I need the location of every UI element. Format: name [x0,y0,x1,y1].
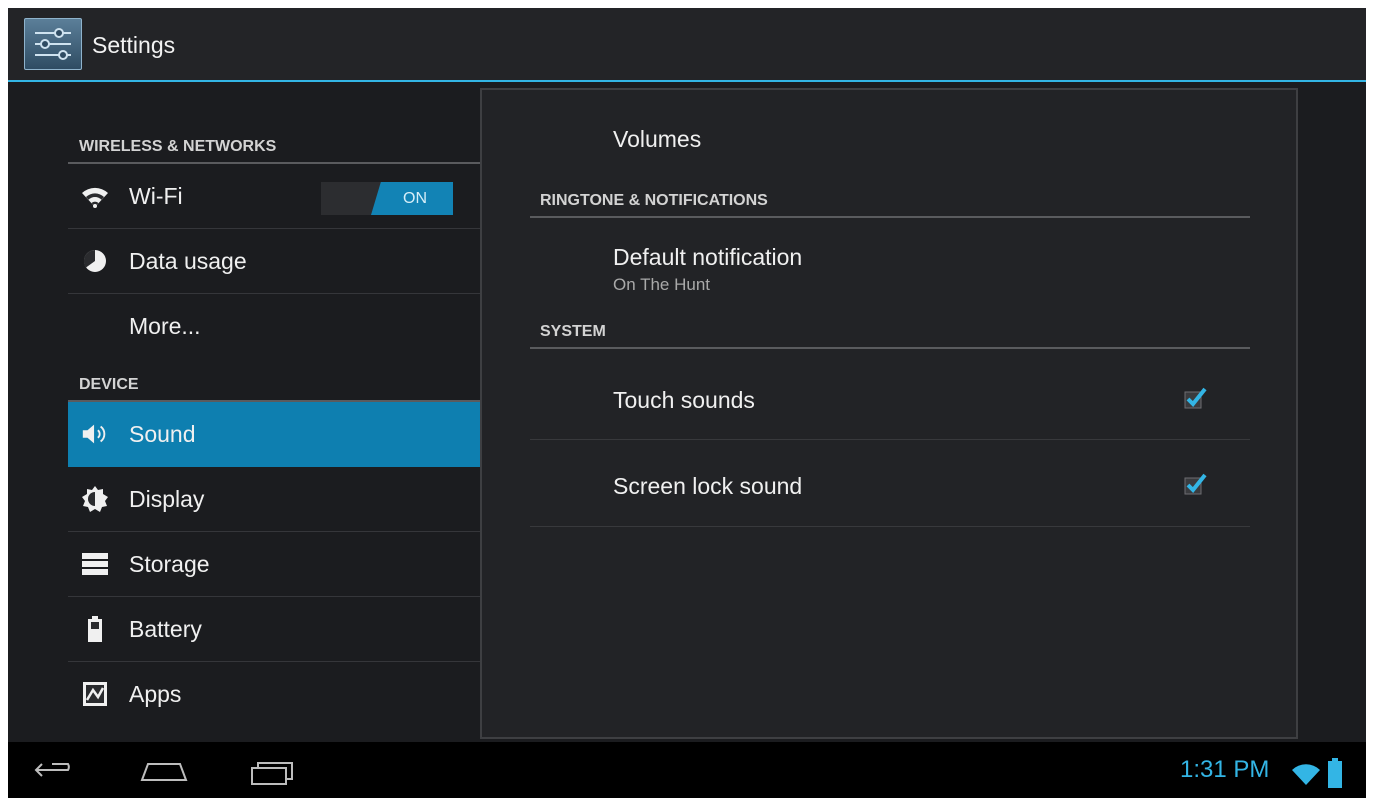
wifi-toggle[interactable]: ON [321,182,453,215]
section-header-wireless: WIRELESS & NETWORKS [68,130,480,164]
storage-icon [80,550,110,578]
sidebar-item-label: Sound [129,421,196,447]
navigation-bar [8,742,1366,798]
display-icon [80,485,110,513]
status-clock: 1:31 PM [1180,756,1270,783]
settings-sidebar: WIRELESS & NETWORKS Wi-Fi ON Data usage … [68,82,480,742]
sidebar-item-apps[interactable]: Apps [68,662,480,727]
apps-icon [80,680,110,708]
divider [530,526,1250,527]
settings-icon[interactable] [24,18,82,70]
sidebar-item-wifi[interactable]: Wi-Fi ON [68,164,480,229]
sidebar-item-storage[interactable]: Storage [68,532,480,597]
screen-lock-sound-label[interactable]: Screen lock sound [613,473,802,500]
home-icon[interactable] [136,752,196,788]
sidebar-item-label: More... [129,313,201,339]
wifi-toggle-on: ON [371,182,453,215]
sidebar-item-label: Storage [129,551,210,577]
sidebar-item-label: Wi-Fi [129,183,183,209]
recent-apps-icon[interactable] [244,752,304,788]
data-usage-icon [80,247,110,275]
sidebar-item-label: Apps [129,681,182,707]
status-battery-icon [1326,757,1344,794]
sound-icon [80,420,110,448]
sidebar-item-more[interactable]: More... [68,294,480,359]
volumes-item[interactable]: Volumes [613,126,701,153]
touch-sounds-label[interactable]: Touch sounds [613,387,755,414]
back-icon[interactable] [28,752,88,788]
page-title: Settings [92,32,176,58]
wifi-icon [80,182,110,210]
sidebar-item-data-usage[interactable]: Data usage [68,229,480,294]
sidebar-item-sound[interactable]: Sound [68,402,480,467]
sidebar-item-label: Battery [129,616,202,642]
status-wifi-icon [1290,760,1322,791]
sound-settings-panel: Volumes RINGTONE & NOTIFICATIONS Default… [480,88,1298,739]
sidebar-item-label: Display [129,486,205,512]
sidebar-item-display[interactable]: Display [68,467,480,532]
section-header-ringtone: RINGTONE & NOTIFICATIONS [530,184,1250,218]
section-header-system: SYSTEM [530,315,1250,349]
default-notification-value: On The Hunt [613,275,711,294]
battery-icon [80,615,110,643]
divider [530,439,1250,440]
screen-lock-sound-checkbox[interactable] [1182,471,1208,497]
touch-sounds-checkbox[interactable] [1182,385,1208,411]
sidebar-item-label: Data usage [129,248,247,274]
sidebar-item-battery[interactable]: Battery [68,597,480,662]
section-header-device: DEVICE [68,368,480,402]
screen: Settings WIRELESS & NETWORKS Wi-Fi ON Da… [8,8,1366,798]
default-notification-title[interactable]: Default notification [613,244,802,271]
action-bar: Settings [8,8,1366,82]
